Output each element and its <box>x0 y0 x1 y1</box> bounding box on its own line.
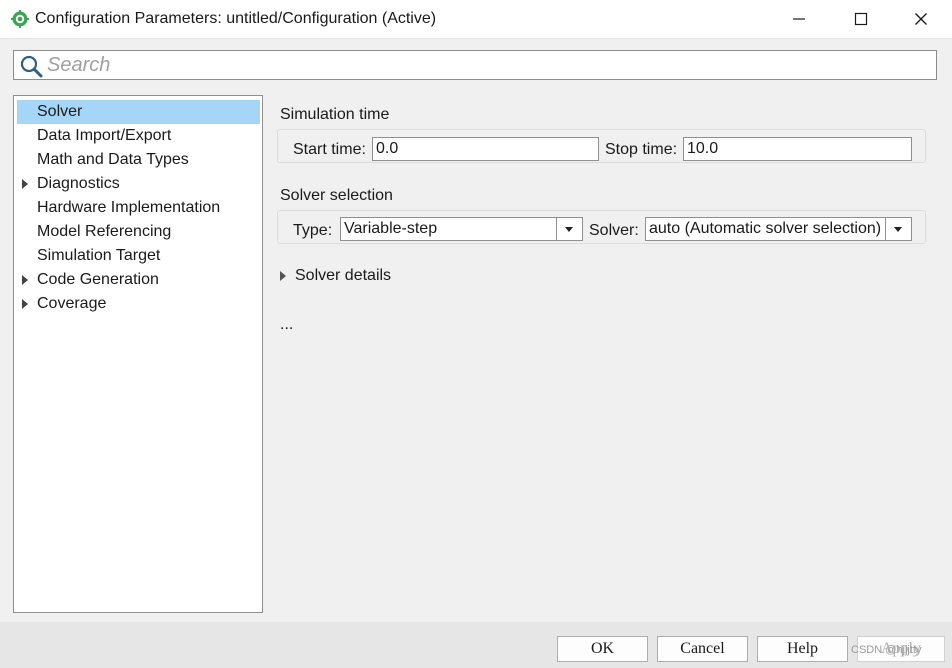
maximize-icon <box>854 12 868 26</box>
solver-details-label: Solver details <box>295 267 392 284</box>
maximize-button[interactable] <box>838 4 884 34</box>
tree-item-code-generation[interactable]: Code Generation <box>17 268 260 292</box>
tree-item-math-and-data-types[interactable]: Math and Data Types <box>17 148 260 172</box>
search-icon <box>20 55 43 78</box>
minimize-icon <box>793 18 805 20</box>
window-title: Configuration Parameters: untitled/Confi… <box>35 10 437 27</box>
tree-item-label: Solver <box>37 103 83 120</box>
category-tree[interactable]: Solver Data Import/Export Math and Data … <box>13 95 263 613</box>
start-time-input[interactable] <box>372 137 599 161</box>
dropdown-arrow-icon[interactable] <box>885 218 911 240</box>
tree-item-hardware-implementation[interactable]: Hardware Implementation <box>17 196 260 220</box>
search-input[interactable] <box>47 53 927 77</box>
ok-button[interactable]: OK <box>557 636 648 662</box>
expand-arrow-icon[interactable] <box>22 299 28 309</box>
tree-item-label: Coverage <box>37 295 107 312</box>
tree-item-coverage[interactable]: Coverage <box>17 292 260 316</box>
tree-item-simulation-target[interactable]: Simulation Target <box>17 244 260 268</box>
expand-arrow-icon[interactable] <box>22 275 28 285</box>
tree-item-diagnostics[interactable]: Diagnostics <box>17 172 260 196</box>
start-time-label: Start time: <box>293 141 366 158</box>
tree-item-label: Model Referencing <box>37 223 172 240</box>
tree-item-label: Simulation Target <box>37 247 161 264</box>
tree-item-data-import-export[interactable]: Data Import/Export <box>17 124 260 148</box>
solver-dropdown[interactable]: auto (Automatic solver selection) <box>645 217 912 241</box>
more-ellipsis: ... <box>280 316 294 333</box>
minimize-button[interactable] <box>776 4 822 34</box>
type-label: Type: <box>293 222 333 239</box>
search-box[interactable] <box>13 50 937 80</box>
cancel-button[interactable]: Cancel <box>657 636 748 662</box>
tree-item-label: Data Import/Export <box>37 127 172 144</box>
type-dropdown[interactable]: Variable-step <box>340 217 583 241</box>
simulink-app-icon <box>11 10 29 28</box>
tree-item-solver[interactable]: Solver <box>17 100 260 124</box>
watermark: CSDN @hjjjtty <box>851 644 922 656</box>
close-icon <box>915 13 927 25</box>
solver-selection-heading: Solver selection <box>280 187 393 204</box>
close-button[interactable] <box>898 4 944 34</box>
solver-selection-group: Type: Variable-step Solver: auto (Automa… <box>277 210 926 244</box>
expand-arrow-icon[interactable] <box>22 179 28 189</box>
tree-item-model-referencing[interactable]: Model Referencing <box>17 220 260 244</box>
tree-item-label: Diagnostics <box>37 175 120 192</box>
help-button[interactable]: Help <box>757 636 848 662</box>
tree-item-label: Code Generation <box>37 271 159 288</box>
tree-item-label: Math and Data Types <box>37 151 189 168</box>
title-bar: Configuration Parameters: untitled/Confi… <box>0 0 952 39</box>
dropdown-arrow-icon[interactable] <box>556 218 582 240</box>
simulation-time-heading: Simulation time <box>280 106 390 123</box>
stop-time-input[interactable] <box>683 137 912 161</box>
solver-label: Solver: <box>589 222 639 239</box>
simulation-time-group: Start time: Stop time: <box>277 129 926 163</box>
solver-dropdown-value: auto (Automatic solver selection) <box>649 220 882 237</box>
tree-item-label: Hardware Implementation <box>37 199 221 216</box>
stop-time-label: Stop time: <box>605 141 678 158</box>
type-dropdown-value: Variable-step <box>344 220 438 237</box>
expand-arrow-icon <box>280 271 286 281</box>
